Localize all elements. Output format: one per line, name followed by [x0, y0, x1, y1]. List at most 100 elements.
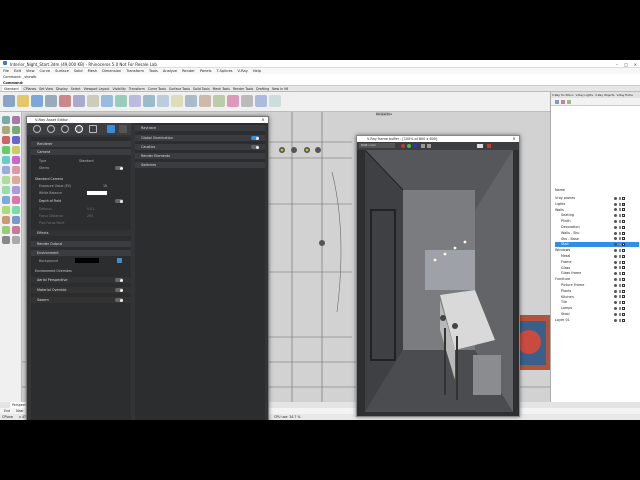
- layer-color-swatch[interactable]: [622, 272, 625, 276]
- tab-select[interactable]: Select: [71, 86, 81, 91]
- layer-color-swatch[interactable]: [622, 312, 625, 316]
- layer-color-swatch[interactable]: [622, 225, 625, 229]
- background-texture-icon[interactable]: [117, 258, 122, 263]
- lock-icon[interactable]: [618, 306, 621, 310]
- lock-icon[interactable]: [618, 225, 621, 229]
- visibility-icon[interactable]: [614, 196, 617, 200]
- section-caustics[interactable]: Caustics: [135, 144, 265, 150]
- layer-row[interactable]: Walls - Sku: [555, 231, 639, 236]
- section-switches[interactable]: Switches: [135, 162, 265, 168]
- aerial-toggle[interactable]: [115, 278, 123, 282]
- lights-icon[interactable]: [47, 125, 55, 133]
- tab-viewport-layout[interactable]: Viewport Layout: [84, 86, 110, 91]
- help-icon[interactable]: [269, 95, 281, 107]
- tab-render-tools[interactable]: Render Tools: [233, 86, 253, 91]
- menu-dimension[interactable]: Dimension: [102, 69, 121, 73]
- layer-row[interactable]: Seating: [555, 213, 639, 218]
- arc-icon[interactable]: [12, 136, 20, 144]
- layer-row[interactable]: Plants: [555, 289, 639, 294]
- lock-icon[interactable]: [618, 248, 621, 252]
- visibility-icon[interactable]: [614, 301, 617, 305]
- tab-new-in-v6[interactable]: New in V6: [272, 86, 288, 91]
- lock-icon[interactable]: [618, 312, 621, 316]
- copy-object-icon[interactable]: [12, 206, 20, 214]
- lock-icon[interactable]: [618, 231, 621, 235]
- menu-view[interactable]: View: [26, 69, 35, 73]
- text-icon[interactable]: [12, 236, 20, 244]
- layer-color-swatch[interactable]: [622, 289, 625, 293]
- tab-curve-tools[interactable]: Curve Tools: [148, 86, 166, 91]
- menu-curve[interactable]: Curve: [40, 69, 51, 73]
- visibility-icon[interactable]: [614, 312, 617, 316]
- section-camera[interactable]: Camera: [31, 149, 131, 155]
- layer-row[interactable]: Decoration: [555, 225, 639, 230]
- visibility-icon[interactable]: [614, 231, 617, 235]
- render-teapot-icon[interactable]: [107, 125, 115, 133]
- lock-icon[interactable]: [618, 295, 621, 299]
- layer-row[interactable]: Vray planes: [555, 196, 639, 201]
- defocus-value[interactable]: 0.01: [87, 207, 94, 211]
- layer-row[interactable]: Kitchen: [555, 295, 639, 300]
- layer-row[interactable]: Glass frame: [555, 271, 639, 276]
- tab-solid-tools[interactable]: Solid Tools: [193, 86, 210, 91]
- layer-color-swatch[interactable]: [622, 208, 625, 212]
- mesh-icon[interactable]: [2, 176, 10, 184]
- interactive-render-icon[interactable]: [119, 125, 127, 133]
- lock-icon[interactable]: [618, 277, 621, 281]
- tab-display[interactable]: Display: [56, 86, 68, 91]
- line-icon[interactable]: [12, 116, 20, 124]
- layer-row[interactable]: Picture Frame: [555, 283, 639, 288]
- minimize-icon[interactable]: –: [616, 62, 618, 67]
- visibility-icon[interactable]: [614, 208, 617, 212]
- lock-icon[interactable]: [618, 260, 621, 264]
- settings-icon[interactable]: [75, 125, 83, 133]
- layer-color-swatch[interactable]: [622, 277, 625, 281]
- filter-layer-icon[interactable]: [567, 100, 571, 104]
- layer-color-swatch[interactable]: [622, 306, 625, 310]
- section-effects[interactable]: Effects: [31, 230, 131, 236]
- dof-toggle[interactable]: [115, 199, 123, 203]
- lock-icon[interactable]: [618, 208, 621, 212]
- menu-edit[interactable]: Edit: [14, 69, 21, 73]
- menu-transform[interactable]: Transform: [126, 69, 144, 73]
- layer-row[interactable]: Frame: [555, 260, 639, 265]
- undo-icon[interactable]: [101, 95, 113, 107]
- layer-row[interactable]: Stool: [555, 312, 639, 317]
- section-environment[interactable]: Environment: [31, 250, 131, 256]
- layer-row[interactable]: Plinth: [555, 219, 639, 224]
- geometry-icon[interactable]: [61, 125, 69, 133]
- section-raytrace[interactable]: Raytrace: [135, 125, 265, 131]
- lock-icon[interactable]: [618, 196, 621, 200]
- visibility-icon[interactable]: [614, 254, 617, 258]
- render-icon[interactable]: [241, 95, 253, 107]
- lock-icon[interactable]: [618, 202, 621, 206]
- open-file-icon[interactable]: [17, 95, 29, 107]
- pick-focus-label[interactable]: Pick Focus Point: [39, 221, 64, 225]
- layer-color-swatch[interactable]: [622, 248, 625, 252]
- new-layer-icon[interactable]: [555, 100, 559, 104]
- visibility-icon[interactable]: [614, 277, 617, 281]
- section-renderer[interactable]: Renderer: [31, 141, 131, 147]
- stereo-toggle[interactable]: [115, 166, 123, 170]
- close-icon[interactable]: ×: [634, 62, 637, 67]
- layer-row[interactable]: Layer 01: [555, 318, 639, 323]
- lock-icon[interactable]: [618, 301, 621, 305]
- zoom-icon[interactable]: [143, 95, 155, 107]
- tab-standard[interactable]: Standard: [2, 86, 21, 91]
- circle-icon[interactable]: [2, 136, 10, 144]
- tab-surface-tools[interactable]: Surface Tools: [169, 86, 190, 91]
- copy-icon[interactable]: [73, 95, 85, 107]
- menu-help[interactable]: Help: [253, 69, 261, 73]
- layer-icon[interactable]: [199, 95, 211, 107]
- layer-color-swatch[interactable]: [622, 318, 625, 322]
- white-balance-swatch[interactable]: [87, 191, 107, 195]
- lock-icon[interactable]: [618, 283, 621, 287]
- layer-color-swatch[interactable]: [622, 254, 625, 258]
- fillet-icon[interactable]: [12, 176, 20, 184]
- layer-row[interactable]: Stair: [555, 242, 639, 247]
- caustics-toggle[interactable]: [251, 145, 259, 149]
- lock-icon[interactable]: [618, 289, 621, 293]
- viewport-label[interactable]: Perspective: [376, 112, 392, 116]
- section-render-output[interactable]: Render Output: [31, 241, 131, 247]
- layer-color-swatch[interactable]: [622, 237, 625, 241]
